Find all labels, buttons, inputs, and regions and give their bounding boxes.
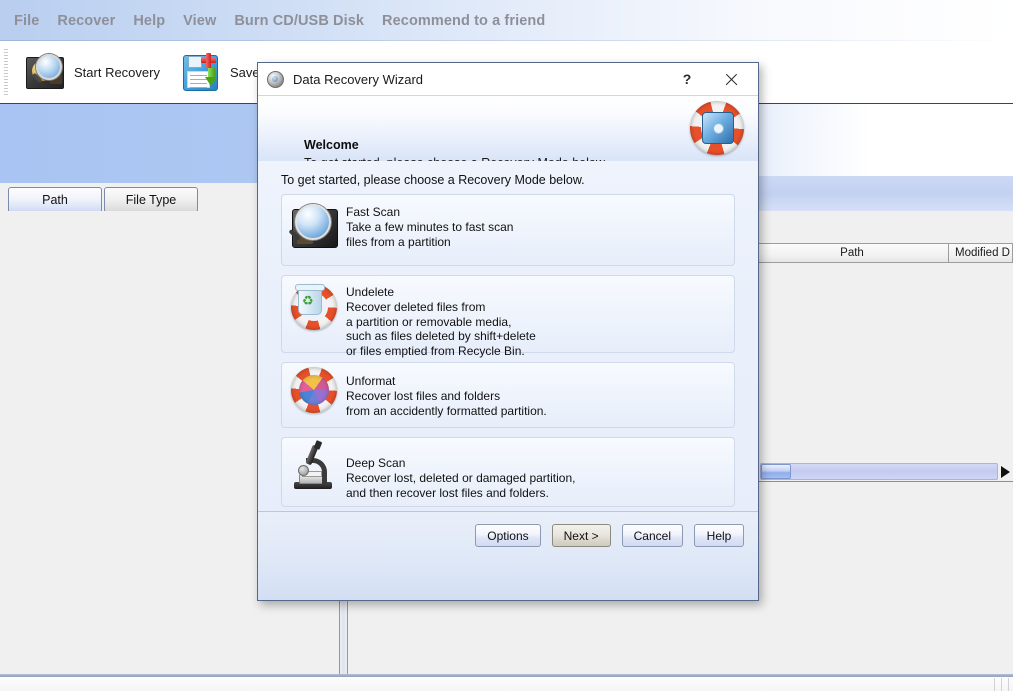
dialog-instruction: To get started, please choose a Recovery… (281, 173, 585, 187)
next-button[interactable]: Next > (551, 524, 611, 547)
dialog-header: Welcome To get started, please choose a … (258, 96, 758, 170)
dialog-body: To get started, please choose a Recovery… (258, 161, 758, 512)
recovery-mode-undelete[interactable]: ♻ Undelete Recover deleted files from a … (281, 275, 735, 358)
recovery-mode-description: Take a few minutes to fast scan files fr… (346, 220, 514, 249)
recovery-mode-title: Fast Scan (346, 205, 401, 219)
recycle-bin-life-ring-icon: ♻ (282, 276, 346, 352)
file-list-blank-area (756, 212, 1013, 242)
menu-item-help[interactable]: Help (124, 11, 174, 31)
tab-file-type[interactable]: File Type (104, 187, 198, 212)
file-list-column-header: Path Modified D (756, 243, 1013, 263)
hard-drive-magnifier-icon (282, 195, 346, 265)
file-list-bottom-rule (756, 481, 1013, 482)
recovery-mode-title: Deep Scan (346, 456, 406, 470)
application-window: File Recover Help View Burn CD/USB Disk … (0, 0, 1013, 691)
scrollbar-track[interactable] (760, 463, 998, 480)
recovery-mode-description: Recover lost files and folders from an a… (346, 389, 547, 418)
microscope-icon (282, 438, 346, 506)
recovery-mode-title: Undelete (346, 285, 395, 299)
data-recovery-wizard-dialog: Data Recovery Wizard ? Welcome To get st… (257, 62, 759, 601)
help-button[interactable]: Help (694, 524, 744, 547)
life-ring-disk-icon (690, 101, 744, 155)
menu-item-recommend-to-a-friend[interactable]: Recommend to a friend (373, 11, 554, 31)
close-icon (725, 73, 738, 86)
scroll-right-arrow-icon[interactable] (1001, 465, 1010, 478)
tab-path[interactable]: Path (8, 187, 102, 212)
status-bar-separators (994, 678, 1009, 691)
recovery-mode-description: Recover deleted files from a partition o… (346, 300, 536, 358)
toolbar-drag-grip[interactable] (4, 49, 8, 95)
recovery-mode-fast-scan[interactable]: Fast Scan Take a few minutes to fast sca… (281, 194, 735, 266)
recovery-mode-description: Recover lost, deleted or damaged partiti… (346, 471, 576, 500)
dialog-title-bar[interactable]: Data Recovery Wizard ? (258, 63, 758, 96)
tab-file-type-label: File Type (125, 193, 177, 207)
dialog-app-icon (267, 70, 284, 88)
cancel-button[interactable]: Cancel (621, 524, 683, 547)
recovery-mode-title: Unformat (346, 374, 396, 388)
save-files-icon (180, 51, 222, 93)
menu-bar: File Recover Help View Burn CD/USB Disk … (0, 0, 1013, 41)
tab-path-label: Path (42, 193, 68, 207)
dialog-footer: Options Next > Cancel Help (258, 511, 758, 600)
hard-drive-magnifier-icon (24, 51, 66, 93)
menu-item-recover[interactable]: Recover (48, 11, 124, 31)
dialog-title: Data Recovery Wizard (293, 71, 424, 87)
menu-item-file[interactable]: File (5, 11, 48, 31)
start-recovery-button[interactable]: Start Recovery (14, 45, 170, 99)
menu-item-view[interactable]: View (174, 11, 225, 31)
dialog-button-bar: Options Next > Cancel Help (475, 524, 744, 547)
menu-item-burn-cd-usb-disk[interactable]: Burn CD/USB Disk (225, 11, 373, 31)
status-bar (0, 676, 1013, 691)
column-header-modified-date[interactable]: Modified D (949, 244, 1013, 262)
options-button[interactable]: Options (475, 524, 541, 547)
recovery-mode-deep-scan[interactable]: Deep Scan Recover lost, deleted or damag… (281, 437, 735, 507)
column-header-path[interactable]: Path (756, 244, 949, 262)
dialog-close-button[interactable] (714, 63, 748, 95)
dialog-help-button[interactable]: ? (670, 63, 704, 95)
recovery-mode-list: Fast Scan Take a few minutes to fast sca… (281, 194, 735, 516)
color-wheel-life-ring-icon (282, 363, 346, 427)
start-recovery-label: Start Recovery (74, 64, 160, 80)
recovery-mode-unformat[interactable]: Unformat Recover lost files and folders … (281, 362, 735, 428)
horizontal-scrollbar[interactable] (760, 463, 1013, 480)
dialog-heading: Welcome (304, 138, 359, 152)
scrollbar-thumb[interactable] (761, 464, 791, 479)
